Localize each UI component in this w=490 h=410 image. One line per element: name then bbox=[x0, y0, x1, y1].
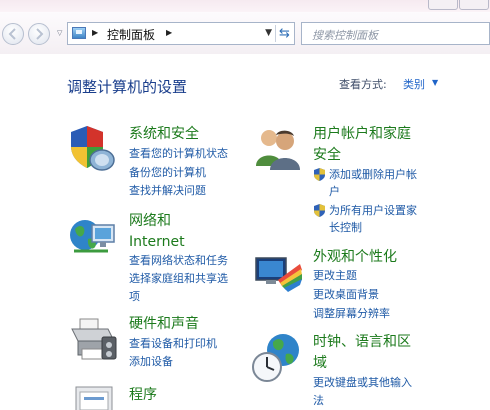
forward-button[interactable] bbox=[28, 23, 50, 45]
view-by-label: 查看方式: bbox=[339, 78, 387, 91]
search-placeholder: 搜索控制面板 bbox=[312, 29, 378, 42]
control-panel-icon bbox=[72, 27, 86, 39]
clock-globe-icon[interactable] bbox=[250, 330, 304, 384]
link-homegroup-sharing-cont[interactable]: 项 bbox=[129, 288, 140, 305]
link-parental-controls-cont[interactable]: 长控制 bbox=[329, 219, 362, 236]
window-maximize-button[interactable] bbox=[459, 0, 489, 10]
link-homegroup-sharing[interactable]: 选择家庭组和共享选 bbox=[129, 270, 228, 287]
category-system-security-title[interactable]: 系统和安全 bbox=[129, 124, 199, 145]
category-user-accounts-title-line1[interactable]: 用户帐户和家庭 bbox=[313, 124, 411, 145]
link-change-keyboard-input-cont[interactable]: 法 bbox=[313, 392, 324, 409]
chevron-down-icon[interactable]: ▼ bbox=[432, 78, 438, 87]
link-view-computer-status[interactable]: 查看您的计算机状态 bbox=[129, 145, 228, 162]
view-by-dropdown[interactable]: 类别 bbox=[403, 76, 425, 92]
link-add-device[interactable]: 添加设备 bbox=[129, 353, 173, 370]
forward-arrow-icon bbox=[36, 28, 44, 40]
address-dropdown-arrow[interactable]: ▼ bbox=[265, 28, 272, 38]
window-top-strip bbox=[0, 0, 490, 12]
category-appearance-title[interactable]: 外观和个性化 bbox=[313, 247, 397, 268]
link-add-remove-user-accounts[interactable]: 添加或删除用户帐 bbox=[329, 166, 417, 183]
programs-icon[interactable] bbox=[72, 383, 118, 410]
link-change-desktop-background[interactable]: 更改桌面背景 bbox=[313, 286, 379, 303]
network-globe-icon[interactable] bbox=[68, 213, 118, 263]
breadcrumb-arrow[interactable]: ▶ bbox=[166, 28, 172, 37]
refresh-icon: ⇆ bbox=[279, 26, 290, 41]
window-minimize-button[interactable] bbox=[428, 0, 458, 10]
link-network-status[interactable]: 查看网络状态和任务 bbox=[129, 252, 228, 269]
category-user-accounts-title-line2[interactable]: 安全 bbox=[313, 145, 341, 166]
back-button[interactable] bbox=[2, 23, 24, 45]
address-bar[interactable]: ▶ 控制面板 ▶ ▼ ⇆ bbox=[67, 22, 295, 45]
category-network-title-line1[interactable]: 网络和 bbox=[129, 211, 171, 232]
link-backup-computer[interactable]: 备份您的计算机 bbox=[129, 164, 206, 181]
back-arrow-icon bbox=[8, 28, 16, 40]
link-change-keyboard-input[interactable]: 更改键盘或其他输入 bbox=[313, 374, 412, 391]
category-hardware-title[interactable]: 硬件和声音 bbox=[129, 314, 199, 335]
category-network-title-line2[interactable]: Internet bbox=[129, 232, 185, 253]
breadcrumb-root-arrow[interactable]: ▶ bbox=[92, 28, 98, 37]
refresh-button[interactable]: ⇆ bbox=[277, 25, 292, 42]
category-clock-title-line1[interactable]: 时钟、语言和区 bbox=[313, 332, 411, 353]
link-add-remove-user-accounts-cont[interactable]: 户 bbox=[329, 183, 340, 200]
recent-pages-dropdown[interactable]: ▽ bbox=[57, 29, 62, 37]
uac-shield-icon bbox=[314, 204, 325, 217]
link-adjust-resolution[interactable]: 调整屏幕分辨率 bbox=[313, 305, 390, 322]
link-troubleshoot[interactable]: 查找并解决问题 bbox=[129, 182, 206, 199]
search-field[interactable]: 搜索控制面板 bbox=[301, 22, 490, 45]
printer-icon[interactable] bbox=[68, 315, 120, 367]
display-palette-icon[interactable] bbox=[252, 250, 304, 296]
security-shield-icon[interactable] bbox=[67, 124, 117, 174]
page-title: 调整计算机的设置 bbox=[67, 78, 188, 96]
category-clock-title-line2[interactable]: 域 bbox=[313, 353, 327, 374]
link-devices-printers[interactable]: 查看设备和打印机 bbox=[129, 335, 217, 352]
category-programs-title[interactable]: 程序 bbox=[129, 385, 157, 406]
users-icon[interactable] bbox=[252, 126, 302, 172]
uac-shield-icon bbox=[314, 168, 325, 181]
link-parental-controls[interactable]: 为所有用户设置家 bbox=[329, 202, 417, 219]
address-separator bbox=[275, 25, 276, 42]
breadcrumb-control-panel[interactable]: 控制面板 bbox=[107, 26, 155, 43]
link-change-theme[interactable]: 更改主题 bbox=[313, 267, 357, 284]
